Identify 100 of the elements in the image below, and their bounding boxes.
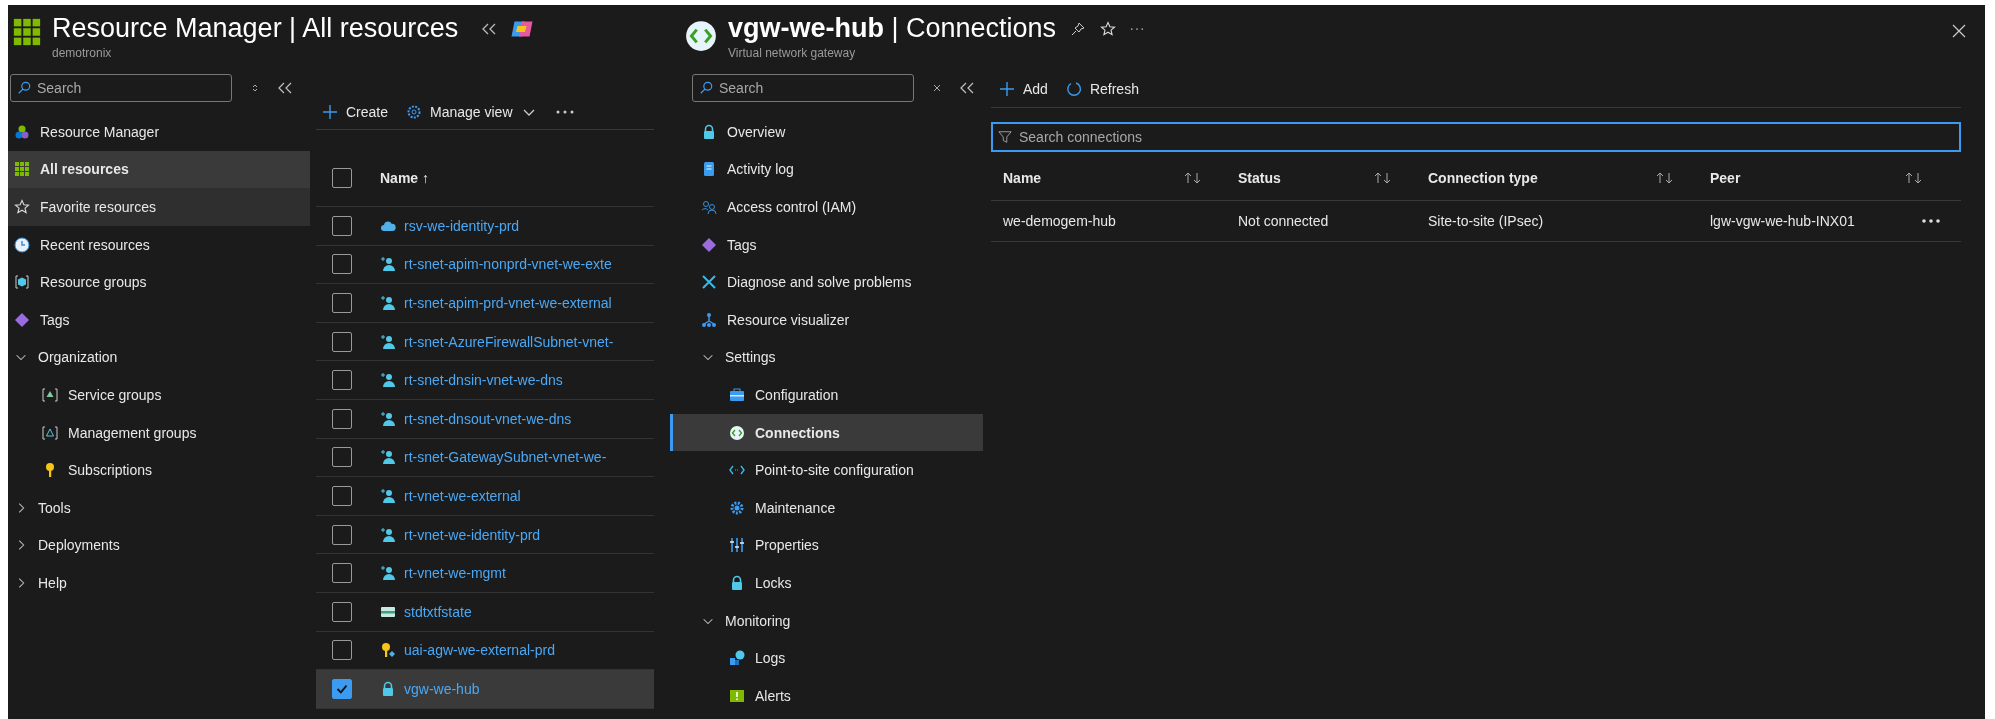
nav-item[interactable]: Overview (670, 113, 983, 151)
nav-item[interactable]: Point-to-site configuration (670, 451, 983, 489)
column-header[interactable]: Status (1238, 170, 1281, 186)
sort-icon[interactable] (1374, 171, 1392, 185)
row-checkbox[interactable] (332, 215, 352, 236)
column-header[interactable]: Connection type (1428, 170, 1538, 186)
close-icon[interactable] (1951, 23, 1967, 39)
nav-item[interactable]: Resource visualizer (670, 300, 983, 339)
lock-icon (729, 574, 745, 591)
nav-item[interactable]: Monitoring (670, 601, 983, 640)
resource-link[interactable]: rt-snet-apim-prd-vnet-we-external (404, 295, 612, 311)
collapse-icon[interactable] (482, 22, 497, 35)
resource-link[interactable]: rsv-we-identity-prd (404, 217, 520, 234)
row-checkbox[interactable] (332, 640, 352, 661)
add-button[interactable]: Add (999, 79, 1048, 99)
row-checkbox[interactable] (332, 678, 352, 699)
resource-link[interactable]: rt-snet-apim-nonprd-vnet-we-exte (404, 256, 612, 273)
collapse-icon[interactable] (278, 82, 292, 94)
nav-item[interactable]: Connections (670, 413, 983, 452)
sidebar-item[interactable]: Resource groups (8, 263, 310, 301)
sidebar-item[interactable]: All resources (8, 150, 310, 189)
resource-link[interactable]: vgw-we-hub (404, 680, 480, 697)
nav-item[interactable]: Logs (670, 639, 983, 677)
nav-item[interactable]: Settings (670, 338, 983, 377)
resource-link[interactable]: uai-agw-we-external-prd (404, 642, 555, 659)
nav-item[interactable]: Maintenance (670, 488, 983, 527)
resource-link[interactable]: rt-vnet-we-external (404, 487, 521, 504)
tenant-name: demotronix (52, 46, 113, 60)
resource-link[interactable]: rt-vnet-we-mgmt (404, 565, 506, 582)
nav-item[interactable]: Access control (IAM) (670, 188, 983, 226)
search-field[interactable]: Search (10, 74, 232, 102)
column-header[interactable]: Name ↑ (380, 170, 430, 186)
clear-icon[interactable] (932, 83, 942, 93)
sidebar-item[interactable]: Favorite resources (8, 188, 310, 226)
sidebar-item[interactable]: Management groups (8, 413, 310, 452)
table-cell-text: we-demogem-hub (1002, 213, 1117, 229)
row-checkbox[interactable] (332, 254, 352, 275)
resource-link[interactable]: rt-snet-dnsout-vnet-we-dns (404, 410, 572, 427)
resource-link[interactable]: stdtxtfstate (404, 603, 472, 620)
sort-icon[interactable] (1656, 171, 1674, 185)
row-checkbox[interactable] (332, 601, 352, 622)
pin-icon[interactable] (1070, 20, 1087, 37)
sidebar-item[interactable]: Service groups (8, 376, 310, 414)
manage-view-button[interactable]: Manage view (406, 102, 537, 122)
search-field[interactable]: Search (692, 74, 914, 102)
row-checkbox[interactable] (332, 485, 352, 506)
nav-item[interactable]: Alerts (670, 676, 983, 715)
sidebar-item[interactable]: Subscriptions (8, 451, 310, 489)
refresh-icon (1065, 81, 1082, 97)
nav-item[interactable]: Diagnose and solve problems (670, 263, 983, 301)
sidebar-item[interactable]: Organization (8, 338, 310, 377)
nav-item[interactable]: Tags (670, 225, 983, 264)
column-header[interactable]: Peer (1710, 170, 1741, 186)
page-title: vgw-we-hub | Connections (728, 13, 1057, 44)
plus-icon (999, 81, 1015, 97)
cubes-icon (14, 123, 30, 140)
document-icon (701, 161, 717, 178)
person-icon (380, 526, 396, 543)
resource-link[interactable]: rt-vnet-we-identity-prd (404, 526, 541, 543)
sort-icon[interactable] (1905, 171, 1923, 185)
person-icon (380, 333, 396, 350)
create-button[interactable]: Create (322, 102, 389, 122)
person-icon (380, 410, 396, 427)
row-checkbox[interactable] (332, 408, 352, 429)
select-all-checkbox[interactable] (332, 168, 352, 188)
row-checkbox[interactable] (332, 370, 352, 391)
table-cell-text: Site-to-site (IPsec) (1427, 213, 1545, 229)
nav-item[interactable]: Locks (670, 564, 983, 602)
row-checkbox[interactable] (332, 524, 352, 545)
gear-icon (406, 104, 423, 120)
nav-item[interactable]: Properties (670, 526, 983, 565)
column-header[interactable]: Name (1003, 170, 1042, 186)
filter-icon (998, 130, 1012, 144)
sort-icon[interactable] (250, 83, 260, 93)
resource-link[interactable]: rt-snet-AzureFirewallSubnet-vnet- (404, 333, 614, 350)
person-icon (380, 449, 396, 466)
sidebar-item[interactable]: Tools (8, 488, 310, 527)
row-checkbox[interactable] (332, 293, 352, 313)
sidebar-item[interactable]: Help (8, 564, 310, 602)
clock-icon (14, 236, 30, 253)
sidebar-item[interactable]: Recent resources (8, 225, 310, 264)
sidebar-item[interactable]: Resource Manager (8, 113, 310, 151)
more-icon[interactable] (1921, 218, 1941, 224)
collapse-icon[interactable] (960, 82, 974, 94)
sort-icon[interactable] (1184, 171, 1202, 185)
filter-field[interactable]: Search connections (991, 122, 1961, 152)
key-icon (380, 642, 396, 659)
resource-link[interactable]: rt-snet-dnsin-vnet-we-dns (404, 372, 563, 389)
nav-item[interactable]: Configuration (670, 376, 983, 414)
briefcase-icon (729, 386, 745, 403)
refresh-button[interactable]: Refresh (1065, 79, 1139, 99)
sidebar-item[interactable]: Deployments (8, 526, 310, 565)
star-icon[interactable] (1100, 20, 1117, 37)
nav-item[interactable]: Activity log (670, 150, 983, 189)
row-checkbox[interactable] (332, 331, 352, 352)
more-icon[interactable] (554, 109, 575, 115)
row-checkbox[interactable] (332, 563, 352, 584)
resource-link[interactable]: rt-snet-GatewaySubnet-vnet-we- (404, 449, 607, 466)
row-checkbox[interactable] (332, 447, 352, 468)
sidebar-item[interactable]: Tags (8, 300, 310, 339)
